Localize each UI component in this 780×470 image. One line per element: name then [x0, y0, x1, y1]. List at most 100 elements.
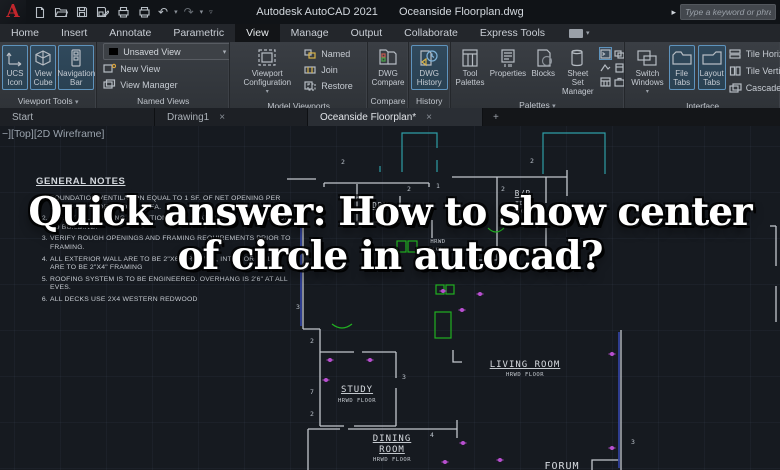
svg-text:7: 7 — [310, 388, 314, 396]
cascade-icon — [729, 82, 742, 93]
overlay-line2: of circle in autocad? — [177, 233, 604, 279]
autocad-logo-icon: A — [6, 1, 20, 23]
overlay-caption: Quick answer: How to show center of circ… — [0, 190, 780, 278]
undo-button[interactable]: ↶ — [158, 6, 168, 18]
dwg-history-button[interactable]: DWG History — [410, 45, 448, 90]
room-label-dining2: ROOM — [379, 445, 405, 455]
countboard-palette-icon[interactable] — [599, 75, 612, 88]
redo-button[interactable]: ↷ — [184, 6, 194, 18]
quickcalc-palette-icon[interactable] — [613, 61, 625, 74]
save-as-icon[interactable] — [95, 5, 110, 19]
switch-windows-icon — [636, 48, 658, 68]
svg-text:2: 2 — [341, 158, 345, 166]
dwg-compare-button[interactable]: DWG Compare — [370, 45, 407, 90]
layer-palette-icon[interactable] — [613, 47, 625, 60]
viewport-configuration-button[interactable]: Viewport Configuration ▾ — [236, 45, 298, 100]
viewport-configuration-icon — [256, 48, 278, 68]
svg-text:2: 2 — [310, 337, 314, 345]
autocad-app-menu-button[interactable]: A — [0, 0, 26, 24]
toolbox-palette-icon[interactable] — [613, 75, 625, 88]
markup-palette-icon[interactable] — [599, 61, 612, 74]
undo-dropdown-icon[interactable]: ▾ — [174, 8, 178, 16]
tab-manage[interactable]: Manage — [280, 24, 340, 42]
panel-interface: Switch Windows ▾ File Tabs Layout Tabs Ti… — [625, 42, 780, 108]
room-label-dining1: DINING — [373, 434, 412, 444]
tab-parametric[interactable]: Parametric — [162, 24, 235, 42]
tab-express-tools[interactable]: Express Tools — [469, 24, 556, 42]
tile-vertically-button[interactable]: Tile Vertically — [729, 63, 780, 78]
file-tab-start[interactable]: Start — [0, 108, 155, 126]
redo-dropdown-icon[interactable]: ▾ — [200, 8, 204, 16]
save-icon[interactable] — [74, 5, 89, 19]
file-tabs-icon — [671, 48, 693, 68]
view-dropdown[interactable]: Unsaved View ▾ — [103, 43, 230, 60]
general-notes-title: GENERAL NOTES — [36, 176, 126, 187]
tab-home[interactable]: Home — [0, 24, 50, 42]
panel-palettes: Tool Palettes Properties Blocks Sheet Se… — [451, 42, 626, 108]
view-icon — [109, 48, 119, 55]
document-title: Oceanside Floorplan.dwg — [399, 6, 524, 18]
app-title: Autodesk AutoCAD 2021 — [256, 6, 378, 18]
room-floor-living: HRWD FLOOR — [506, 372, 544, 378]
restore-viewports-button[interactable]: Restore — [304, 78, 353, 93]
deck-outline — [379, 132, 606, 174]
new-file-icon[interactable] — [32, 5, 47, 19]
new-drawing-tab-button[interactable]: + — [483, 108, 509, 126]
layout-tabs-icon — [701, 48, 723, 68]
file-tab-drawing1[interactable]: Drawing1 × — [155, 108, 308, 126]
restore-viewports-icon — [304, 80, 316, 91]
view-manager-button[interactable]: View Manager — [103, 77, 178, 92]
tile-horizontally-button[interactable]: Tile Horizontally — [729, 46, 780, 61]
navigation-bar-icon — [65, 48, 87, 68]
tab-collaborate[interactable]: Collaborate — [393, 24, 469, 42]
room-label-living: LIVING ROOM — [490, 360, 561, 370]
tab-view[interactable]: View — [235, 24, 280, 42]
tool-palettes-button[interactable]: Tool Palettes — [454, 45, 487, 90]
chevron-down-icon: ▾ — [586, 30, 590, 37]
quick-access-toolbar: ↶ ▾ ↷ ▾ ▿ — [32, 5, 213, 19]
view-manager-icon — [103, 79, 116, 89]
tab-annotate[interactable]: Annotate — [98, 24, 162, 42]
panel-model-viewports: Viewport Configuration ▾ Named Join Resto… — [230, 42, 369, 108]
named-viewports-button[interactable]: Named — [304, 46, 353, 61]
svg-text:4: 4 — [430, 431, 434, 439]
svg-text:2: 2 — [310, 410, 314, 418]
drawing-canvas[interactable]: −][Top][2D Wireframe] GENERAL NOTES FOUN… — [0, 126, 780, 470]
cascade-button[interactable]: Cascade — [729, 80, 780, 95]
svg-text:3: 3 — [631, 438, 635, 446]
plot-icon[interactable] — [116, 5, 131, 19]
sheet-set-manager-button[interactable]: Sheet Set Manager — [560, 45, 596, 99]
note-item: ALL DECKS USE 2X4 WESTERN REDWOOD — [50, 296, 294, 305]
qat-customize-icon[interactable]: ▿ — [209, 8, 213, 16]
blocks-palette-button[interactable]: Blocks — [529, 45, 557, 81]
command-line-palette-icon[interactable] — [598, 47, 612, 60]
file-tab-oceanside-floorplan[interactable]: Oceanside Floorplan* × — [308, 108, 483, 126]
named-viewports-icon — [304, 48, 316, 59]
tile-vertically-icon — [729, 65, 741, 76]
switch-windows-button[interactable]: Switch Windows ▾ — [629, 45, 665, 100]
close-icon[interactable]: × — [219, 112, 225, 123]
view-cube-button[interactable]: View Cube — [30, 45, 57, 90]
autocad-window: A ↶ ▾ ↷ ▾ ▿ Autodesk AutoCAD 2021 Oceans… — [0, 0, 780, 470]
properties-palette-button[interactable]: Properties — [489, 45, 526, 81]
navigation-bar-button[interactable]: Navigation Bar — [57, 45, 95, 90]
workspace-switcher-button[interactable]: ▾ — [564, 24, 595, 42]
tab-output[interactable]: Output — [340, 24, 394, 42]
floorplan-drawing: B/R TILE FLOOR LNDRY HRWD FLOOR STUDY HR… — [287, 132, 777, 470]
help-search-input[interactable] — [680, 4, 776, 20]
new-view-icon — [103, 63, 117, 73]
join-viewports-button[interactable]: Join — [304, 62, 353, 77]
svg-text:2: 2 — [530, 157, 534, 165]
close-icon[interactable]: × — [426, 112, 432, 123]
print-icon[interactable] — [137, 5, 152, 19]
open-folder-icon[interactable] — [53, 5, 68, 19]
ucs-icon-button[interactable]: UCS Icon — [2, 45, 29, 90]
search-expand-icon[interactable]: ▸ — [671, 7, 676, 18]
viewport-controls-label[interactable]: −][Top][2D Wireframe] — [2, 128, 104, 140]
tab-insert[interactable]: Insert — [50, 24, 98, 42]
file-tabs-toggle[interactable]: File Tabs — [668, 45, 695, 90]
panel-history: DWG History History — [409, 42, 451, 108]
layout-tabs-toggle[interactable]: Layout Tabs — [697, 45, 726, 90]
new-view-button[interactable]: New View — [103, 61, 160, 76]
tool-palettes-icon — [459, 48, 481, 68]
